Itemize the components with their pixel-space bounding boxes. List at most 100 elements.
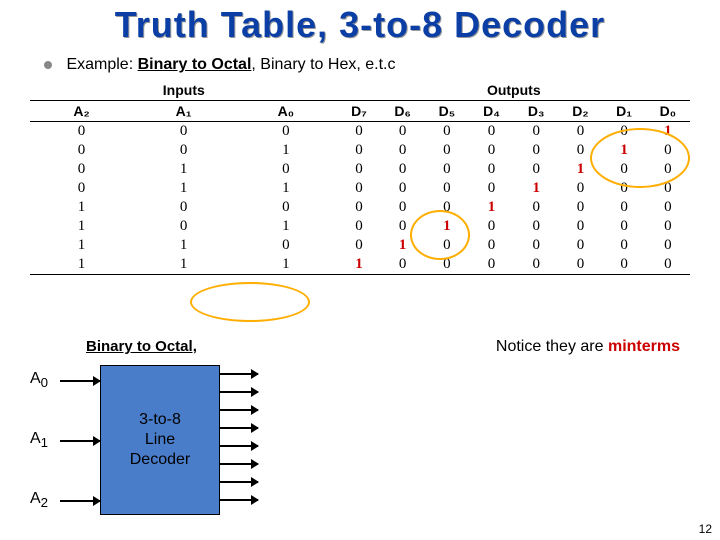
cell: 0 bbox=[133, 141, 234, 160]
cell: 0 bbox=[425, 122, 469, 141]
column-header: D₄ bbox=[469, 101, 514, 122]
input-arrow-icon bbox=[60, 500, 100, 502]
cell: 0 bbox=[469, 141, 514, 160]
column-header: D₃ bbox=[514, 101, 558, 122]
cell: 0 bbox=[602, 198, 645, 217]
binary-to-octal-sublabel: Binary to Octal, bbox=[86, 338, 197, 355]
inputs-header: Inputs bbox=[30, 80, 338, 101]
cell: 0 bbox=[469, 122, 514, 141]
cell: 0 bbox=[469, 217, 514, 236]
cell: 0 bbox=[602, 255, 645, 275]
cell: 0 bbox=[425, 160, 469, 179]
cell: 0 bbox=[30, 122, 133, 141]
column-header: D₅ bbox=[425, 101, 469, 122]
truth-table-wrap: Inputs Outputs A₂A₁A₀D₇D₆D₅D₄D₃D₂D₁D₀ 00… bbox=[30, 80, 690, 275]
cell: 0 bbox=[514, 255, 558, 275]
cell: 1 bbox=[514, 179, 558, 198]
column-header: D₆ bbox=[380, 101, 424, 122]
cell: 1 bbox=[30, 236, 133, 255]
cell: 1 bbox=[133, 179, 234, 198]
example-line: Example: Binary to Octal, Binary to Hex,… bbox=[44, 56, 720, 74]
cell: 0 bbox=[425, 236, 469, 255]
cell: 0 bbox=[514, 160, 558, 179]
cell: 0 bbox=[133, 122, 234, 141]
output-arrow-icon bbox=[220, 409, 258, 411]
output-arrow-icon bbox=[220, 463, 258, 465]
column-header: D₀ bbox=[646, 101, 690, 122]
cell: 1 bbox=[234, 179, 337, 198]
cell: 0 bbox=[514, 217, 558, 236]
notice-pre: Notice they are bbox=[496, 338, 608, 355]
cell: 0 bbox=[514, 141, 558, 160]
cell: 1 bbox=[30, 198, 133, 217]
cell: 0 bbox=[380, 141, 424, 160]
cell: 0 bbox=[380, 122, 424, 141]
output-arrow-icon bbox=[220, 427, 258, 429]
bullet-icon bbox=[44, 61, 52, 69]
cell: 1 bbox=[234, 217, 337, 236]
cell: 0 bbox=[646, 141, 690, 160]
cell: 0 bbox=[234, 198, 337, 217]
output-arrow-icon bbox=[220, 373, 258, 375]
cell: 1 bbox=[558, 160, 602, 179]
table-row: 00000000001 bbox=[30, 122, 690, 141]
cell: 0 bbox=[425, 198, 469, 217]
decoder-input-label: A1 bbox=[30, 430, 48, 450]
input-arrow-icon bbox=[60, 380, 100, 382]
cell: 0 bbox=[558, 236, 602, 255]
cell: 1 bbox=[234, 255, 337, 275]
example-suffix: , Binary to Hex, e.t.c bbox=[251, 56, 395, 73]
cell: 0 bbox=[558, 179, 602, 198]
cell: 0 bbox=[30, 160, 133, 179]
cell: 1 bbox=[133, 160, 234, 179]
cell: 0 bbox=[380, 160, 424, 179]
table-row: 01000000100 bbox=[30, 160, 690, 179]
cell: 0 bbox=[30, 141, 133, 160]
cell: 1 bbox=[425, 217, 469, 236]
decoder-input-label: A2 bbox=[30, 490, 48, 510]
cell: 0 bbox=[514, 198, 558, 217]
cell: 0 bbox=[338, 141, 381, 160]
column-header: A₂ bbox=[30, 101, 133, 122]
truth-table: Inputs Outputs A₂A₁A₀D₇D₆D₅D₄D₃D₂D₁D₀ 00… bbox=[30, 80, 690, 275]
cell: 0 bbox=[558, 122, 602, 141]
cell: 0 bbox=[646, 217, 690, 236]
cell: 0 bbox=[380, 179, 424, 198]
notice-text: Notice they are minterms bbox=[496, 338, 680, 356]
highlight-ellipse-bottom-left bbox=[190, 282, 310, 322]
cell: 0 bbox=[469, 160, 514, 179]
cell: 1 bbox=[30, 217, 133, 236]
outputs-header: Outputs bbox=[338, 80, 690, 101]
cell: 0 bbox=[646, 160, 690, 179]
cell: 0 bbox=[602, 236, 645, 255]
cell: 0 bbox=[425, 179, 469, 198]
example-prefix: Example: bbox=[66, 56, 137, 73]
cell: 0 bbox=[558, 255, 602, 275]
cell: 0 bbox=[133, 198, 234, 217]
cell: 1 bbox=[380, 236, 424, 255]
cell: 0 bbox=[30, 179, 133, 198]
column-header: D₁ bbox=[602, 101, 645, 122]
output-arrow-icon bbox=[220, 499, 258, 501]
cell: 0 bbox=[338, 198, 381, 217]
cell: 1 bbox=[133, 255, 234, 275]
cell: 0 bbox=[514, 236, 558, 255]
cell: 0 bbox=[602, 122, 645, 141]
minterms-word: minterms bbox=[608, 338, 680, 355]
cell: 0 bbox=[646, 255, 690, 275]
decoder-input-label: A0 bbox=[30, 370, 48, 390]
cell: 0 bbox=[234, 236, 337, 255]
cell: 0 bbox=[646, 179, 690, 198]
column-header: A₀ bbox=[234, 101, 337, 122]
cell: 0 bbox=[425, 255, 469, 275]
cell: 0 bbox=[380, 217, 424, 236]
table-row: 00100000010 bbox=[30, 141, 690, 160]
table-row: 10100100000 bbox=[30, 217, 690, 236]
cell: 0 bbox=[338, 179, 381, 198]
table-row: 11001000000 bbox=[30, 236, 690, 255]
decoder-label: 3-to-8LineDecoder bbox=[101, 410, 219, 470]
cell: 0 bbox=[558, 198, 602, 217]
cell: 1 bbox=[602, 141, 645, 160]
cell: 0 bbox=[469, 179, 514, 198]
cell: 0 bbox=[558, 141, 602, 160]
